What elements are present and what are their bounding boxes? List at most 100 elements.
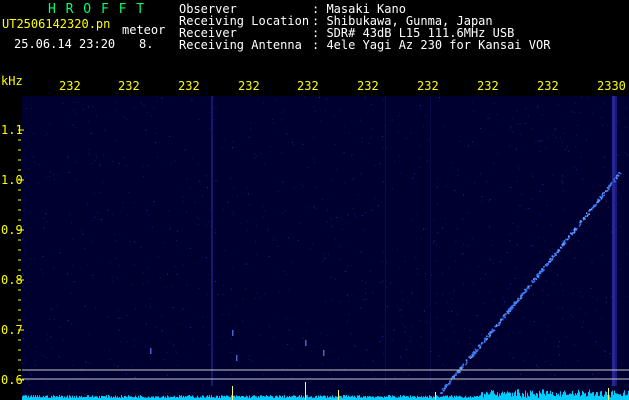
noise-speck	[382, 251, 384, 253]
spectrum-bin	[217, 395, 218, 400]
noise-speck	[28, 372, 30, 374]
noise-speck	[625, 127, 627, 129]
noise-speck	[338, 110, 340, 112]
spectrum-bin	[556, 392, 557, 400]
noise-speck	[371, 128, 373, 130]
noise-speck	[293, 187, 295, 189]
spectrum-bin	[222, 395, 223, 400]
noise-speck	[361, 137, 363, 139]
noise-speck	[368, 142, 370, 144]
noise-speck	[536, 364, 538, 366]
noise-speck	[578, 240, 579, 242]
spectrum-bin	[167, 395, 168, 400]
spectrum-bin	[61, 395, 62, 400]
trace-point	[578, 225, 581, 227]
noise-speck	[493, 162, 495, 164]
spectrum-bin	[449, 396, 450, 400]
noise-speck	[126, 315, 128, 316]
noise-speck	[619, 225, 621, 227]
noise-speck	[512, 332, 514, 334]
noise-speck	[134, 241, 136, 243]
spectrum-bin	[72, 395, 73, 400]
noise-speck	[90, 241, 92, 243]
noise-speck	[313, 346, 315, 348]
spectrum-bin	[187, 395, 188, 400]
spectrum-bin	[266, 395, 267, 400]
noise-speck	[117, 317, 119, 319]
freq-label: 0.6	[1, 373, 23, 387]
noise-speck	[123, 157, 125, 158]
noise-speck	[489, 226, 490, 228]
spectrum-bin	[186, 396, 187, 400]
noise-speck	[544, 239, 546, 241]
noise-speck	[67, 273, 68, 275]
spectrum-bin	[321, 396, 322, 400]
spectrum-bin	[173, 396, 174, 400]
noise-speck	[116, 277, 118, 279]
noise-speck	[307, 167, 309, 168]
spectrum-bin	[345, 396, 346, 400]
noise-speck	[405, 137, 407, 139]
spectrum-bin	[109, 395, 110, 400]
trace-point	[513, 302, 515, 304]
noise-speck	[433, 220, 435, 221]
spectrum-bin	[115, 395, 116, 400]
spectrum-bin	[582, 391, 583, 400]
noise-speck	[364, 364, 366, 366]
spectrum-bin	[168, 396, 169, 400]
spectrum-bin	[129, 396, 130, 400]
noise-speck	[246, 187, 248, 189]
noise-speck	[288, 289, 290, 291]
noise-speck	[267, 228, 268, 230]
spectrum-bin	[255, 396, 256, 400]
spectrum-bin	[413, 396, 414, 400]
noise-speck	[242, 320, 244, 322]
noise-speck	[115, 257, 117, 259]
spectrum-bin	[600, 391, 601, 400]
noise-speck	[601, 254, 603, 256]
spectrum-bin	[506, 393, 507, 400]
noise-speck	[360, 173, 362, 175]
noise-speck	[398, 311, 399, 313]
noise-speck	[38, 163, 40, 165]
spectrum-bin	[370, 396, 371, 400]
noise-speck	[273, 337, 275, 339]
noise-speck	[47, 333, 49, 335]
noise-speck	[314, 110, 316, 112]
noise-speck	[401, 315, 403, 317]
noise-speck	[386, 286, 388, 288]
noise-speck	[404, 260, 406, 262]
spectrum-bin	[67, 395, 68, 400]
noise-speck	[306, 330, 307, 332]
noise-speck	[366, 349, 368, 351]
spectrum-bin	[241, 396, 242, 400]
noise-speck	[545, 148, 547, 150]
noise-speck	[456, 228, 458, 230]
trace-point	[499, 320, 502, 322]
noise-speck	[359, 119, 361, 121]
noise-speck	[174, 266, 176, 268]
spectrum-bin	[206, 396, 207, 400]
noise-speck	[604, 351, 606, 353]
spectrum-bin	[450, 396, 451, 400]
noise-speck	[539, 191, 541, 192]
noise-speck	[537, 106, 539, 108]
noise-speck	[186, 178, 188, 180]
noise-speck	[322, 198, 324, 200]
spectrum-bin	[352, 395, 353, 400]
spectrum-bin	[617, 393, 618, 400]
noise-speck	[405, 348, 407, 350]
noise-speck	[326, 334, 327, 336]
noise-speck	[259, 334, 261, 336]
trace-point	[484, 339, 486, 342]
spectrum-bin	[207, 395, 208, 400]
spectrum-bin	[511, 396, 512, 400]
noise-speck	[597, 299, 598, 300]
noise-speck	[264, 293, 266, 295]
noise-speck	[263, 374, 265, 375]
spectrum-bin	[565, 392, 566, 400]
noise-speck	[231, 338, 232, 340]
noise-speck	[158, 256, 159, 258]
spectrogram-background	[22, 96, 629, 400]
noise-speck	[447, 346, 449, 348]
